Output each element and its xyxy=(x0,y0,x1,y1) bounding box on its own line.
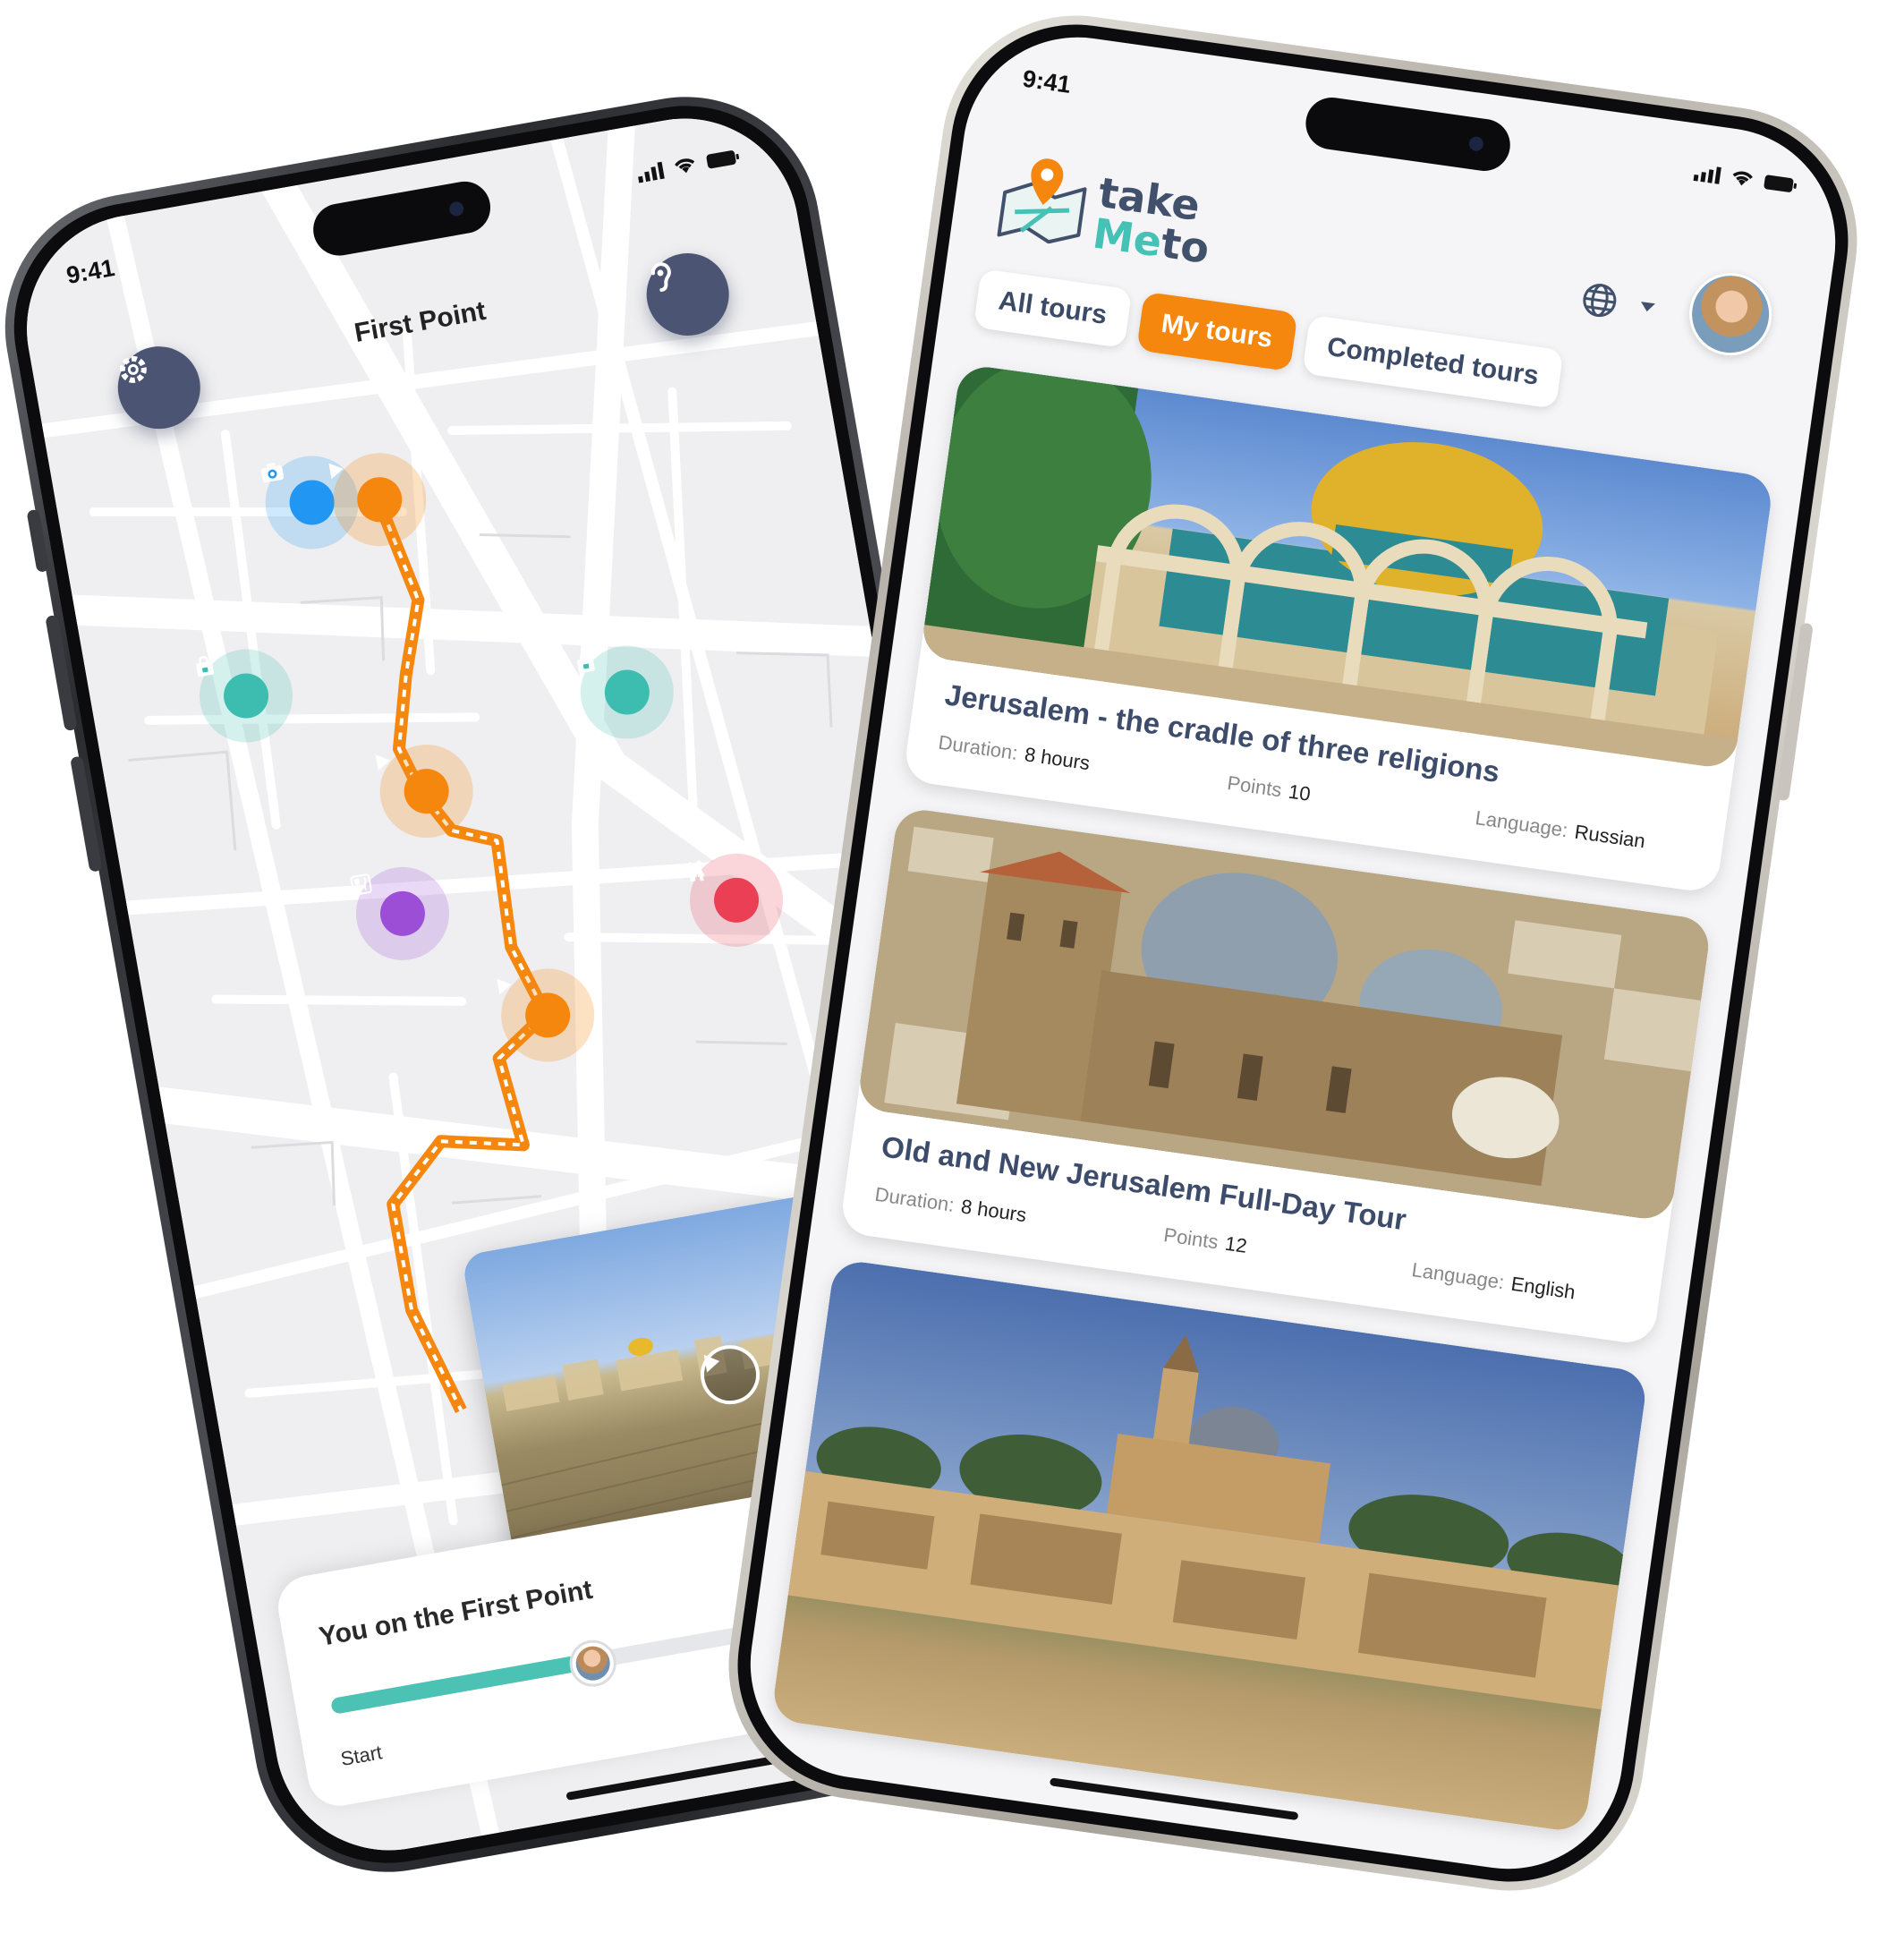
dynamic-island xyxy=(1302,94,1514,175)
status-icons xyxy=(1693,163,1798,195)
logo-word-to: to xyxy=(1158,218,1212,274)
battery-icon xyxy=(706,150,740,169)
duration-label: Duration: xyxy=(873,1182,956,1216)
wifi-icon xyxy=(675,158,695,174)
play-icon xyxy=(497,978,512,995)
language-label: Language: xyxy=(1410,1258,1506,1294)
ear-icon xyxy=(650,262,671,293)
language-selector[interactable] xyxy=(1578,279,1658,327)
duration-value: 8 hours xyxy=(959,1195,1028,1227)
tour-duration: Duration: 8 hours xyxy=(873,1182,1028,1227)
user-avatar-marker[interactable] xyxy=(565,1636,620,1691)
tour-card[interactable]: Jerusalem - the cradle of three religion… xyxy=(902,362,1775,895)
skyline-illustration xyxy=(787,1334,1632,1711)
tab-completed-tours[interactable]: Completed tours xyxy=(1301,314,1564,409)
restroom-icon xyxy=(687,860,705,882)
status-time: 9:41 xyxy=(1021,64,1073,98)
points-label: Points xyxy=(1162,1223,1220,1254)
gear-icon xyxy=(119,355,147,383)
tab-all-tours[interactable]: All tours xyxy=(973,268,1133,349)
points-value: 12 xyxy=(1223,1231,1249,1257)
tour-card[interactable] xyxy=(770,1258,1649,1834)
mount-zion-image xyxy=(770,1258,1649,1834)
duration-label: Duration: xyxy=(937,730,1020,764)
tour-language: Language: Russian xyxy=(1474,806,1646,853)
phone-right: 9:41 take Meto All tours My tours Comple… xyxy=(711,0,1874,1908)
play-icon xyxy=(375,754,391,771)
language-value: English xyxy=(1509,1272,1577,1304)
globe-icon xyxy=(1583,284,1617,318)
language-label: Language: xyxy=(1474,806,1569,842)
tour-progress-fill xyxy=(330,1653,591,1715)
play-icon xyxy=(328,463,344,480)
points-value: 10 xyxy=(1287,779,1313,805)
wifi-icon xyxy=(1732,171,1753,186)
language-value: Russian xyxy=(1573,820,1647,853)
signal-icon xyxy=(1693,166,1721,184)
tour-card[interactable]: Old and New Jerusalem Full-Day Tour Dura… xyxy=(838,806,1713,1347)
tab-my-tours[interactable]: My tours xyxy=(1135,291,1298,372)
restaurant-icon xyxy=(350,873,372,896)
progress-start-label: Start xyxy=(338,1741,384,1770)
points-label: Points xyxy=(1226,771,1284,802)
battery-icon xyxy=(1764,175,1798,192)
tour-duration: Duration: 8 hours xyxy=(937,730,1092,775)
map-pin-logo-icon xyxy=(997,158,1087,244)
tours-screen: 9:41 take Meto All tours My tours Comple… xyxy=(735,22,1850,1884)
play-icon xyxy=(703,1354,720,1373)
camera-icon xyxy=(260,463,285,483)
tour-language: Language: English xyxy=(1410,1258,1577,1304)
logo-word-me: Me xyxy=(1090,209,1165,267)
current-point-title: You on the First Point xyxy=(317,1574,595,1653)
shopping-bag-icon xyxy=(577,652,595,674)
shopping-bag-icon xyxy=(196,655,215,677)
tour-points: Points 10 xyxy=(1226,771,1312,806)
status-time: 9:41 xyxy=(64,254,117,289)
tour-points: Points 12 xyxy=(1162,1223,1248,1258)
chevron-down-icon xyxy=(1641,302,1655,312)
signal-icon xyxy=(638,161,665,183)
app-logo[interactable]: take Meto xyxy=(992,144,1237,274)
avatar[interactable] xyxy=(1684,268,1778,362)
duration-value: 8 hours xyxy=(1023,743,1092,775)
